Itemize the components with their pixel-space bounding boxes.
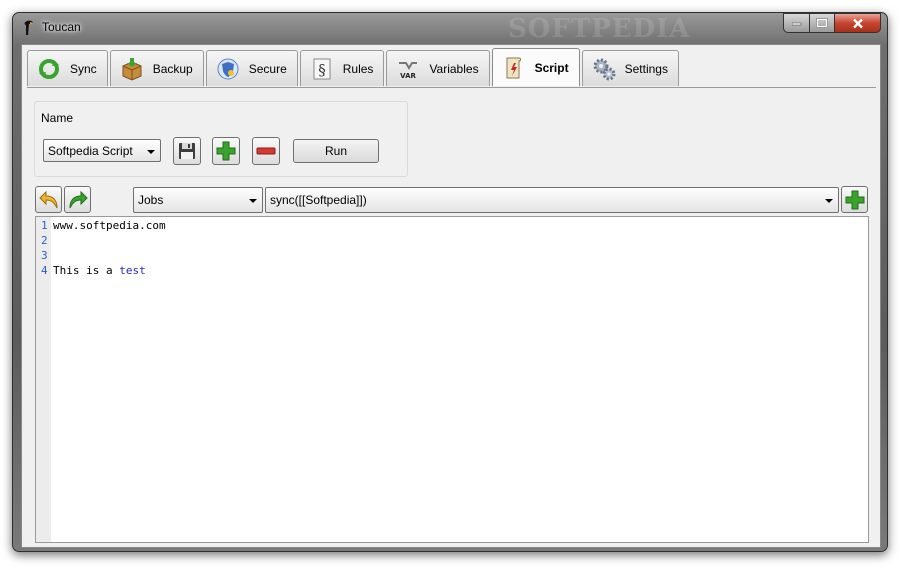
client-area: Sync Backup Secure § Rules VAR Variables… (21, 44, 881, 548)
tab-divider (27, 87, 876, 88)
command-select-value: sync([[Softpedia]]) (270, 193, 367, 207)
settings-gears-icon (591, 56, 617, 82)
title-bar[interactable]: Toucan SOFTPEDIA (13, 13, 887, 44)
sync-icon (36, 56, 62, 82)
save-button[interactable] (173, 137, 201, 165)
category-select-value: Jobs (138, 193, 164, 207)
secure-shield-icon (215, 56, 241, 82)
command-select[interactable]: sync([[Softpedia]]) (265, 187, 839, 213)
tab-backup[interactable]: Backup (109, 50, 204, 86)
insert-command-button[interactable] (841, 186, 868, 213)
close-button[interactable] (834, 13, 881, 33)
softpedia-watermark: SOFTPEDIA (508, 14, 691, 44)
script-select[interactable]: Softpedia Script (43, 139, 161, 162)
tab-strip: Sync Backup Secure § Rules VAR Variables… (27, 48, 681, 88)
tab-sync[interactable]: Sync (27, 50, 108, 86)
redo-arrow-icon (69, 190, 88, 208)
svg-text:VAR: VAR (401, 72, 417, 80)
tab-settings[interactable]: Settings (581, 50, 679, 86)
maximize-icon (816, 18, 828, 28)
add-script-button[interactable] (212, 137, 240, 165)
script-editor[interactable]: 1 2 3 4 www.softpedia.com This is a test (35, 216, 869, 543)
remove-script-button[interactable] (252, 137, 280, 165)
plus-icon (216, 141, 236, 161)
variables-icon: VAR (395, 56, 421, 82)
category-select[interactable]: Jobs (133, 187, 263, 213)
tab-label: Sync (70, 61, 97, 76)
tab-rules[interactable]: § Rules (299, 50, 385, 86)
chevron-down-icon (147, 149, 155, 154)
minus-icon (256, 147, 276, 155)
code-line: This is a test (53, 264, 146, 277)
floppy-disk-icon (179, 143, 195, 159)
redo-button[interactable] (64, 186, 91, 213)
name-label: Name (41, 111, 74, 125)
tab-label: Variables (429, 61, 479, 76)
line-number: 1 (41, 219, 48, 232)
close-icon (852, 18, 863, 28)
line-number-gutter: 1 2 3 4 (36, 217, 51, 542)
minimize-icon (791, 22, 801, 26)
toucan-app-icon (21, 19, 35, 37)
plus-icon (845, 190, 864, 209)
code-text: This is a (53, 264, 120, 277)
window-title: Toucan (42, 20, 81, 34)
line-number: 3 (41, 249, 48, 262)
minimize-button[interactable] (783, 13, 809, 33)
backup-box-icon (119, 56, 145, 82)
line-number: 4 (41, 264, 48, 277)
svg-text:§: § (318, 61, 326, 79)
code-line: www.softpedia.com (53, 219, 166, 232)
tab-secure[interactable]: Secure (205, 50, 298, 86)
tab-label: Script (534, 60, 569, 75)
undo-button[interactable] (35, 186, 62, 213)
tab-label: Backup (152, 61, 193, 76)
run-button-label: Run (324, 144, 347, 158)
tab-variables[interactable]: VAR Variables (386, 50, 490, 86)
maximize-button[interactable] (809, 13, 834, 33)
tab-label: Secure (248, 61, 287, 76)
chevron-down-icon (249, 199, 257, 203)
tab-label: Rules (342, 61, 374, 76)
tab-script[interactable]: Script (491, 48, 580, 86)
app-window: Toucan SOFTPEDIA Sync Backup Secure § Ru… (12, 12, 888, 552)
code-keyword: test (119, 264, 146, 277)
tab-label: Settings (624, 61, 668, 76)
script-icon (501, 55, 527, 81)
line-number: 2 (41, 234, 48, 247)
script-select-value: Softpedia Script (48, 143, 133, 158)
window-controls (783, 13, 881, 33)
undo-arrow-icon (38, 190, 57, 208)
rules-section-icon: § (309, 56, 335, 82)
run-button[interactable]: Run (293, 139, 379, 163)
chevron-down-icon (825, 199, 833, 203)
